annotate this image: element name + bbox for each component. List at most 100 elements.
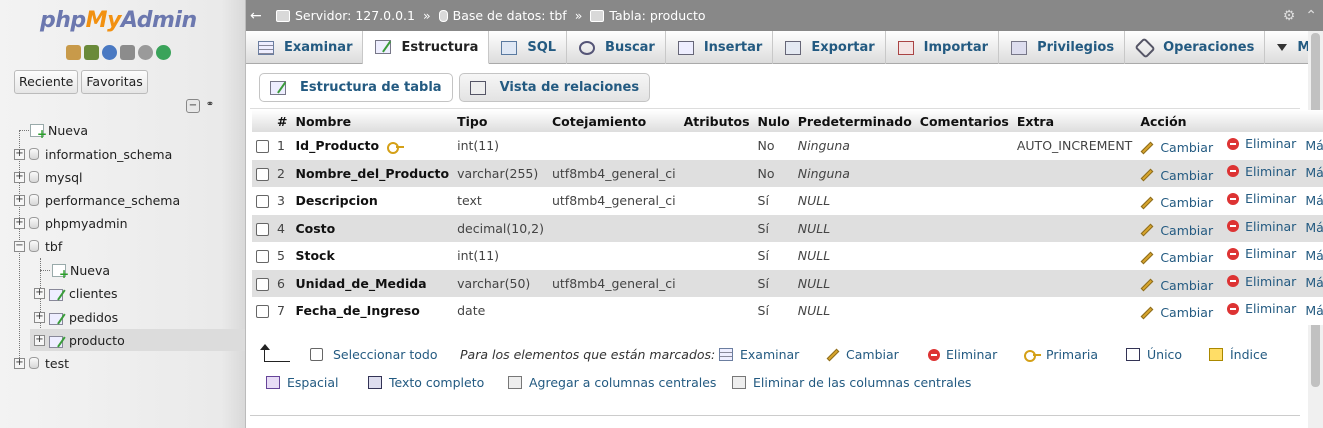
help-icon[interactable] (102, 45, 117, 60)
more-link[interactable]: Más (1305, 220, 1323, 235)
header-comments[interactable]: Comentarios (915, 110, 1013, 132)
header-extra[interactable]: Extra (1012, 110, 1137, 132)
drop-link[interactable]: Eliminar (1227, 219, 1296, 234)
docs-icon[interactable] (120, 45, 135, 60)
table-row[interactable]: 2 Nombre_del_Producto varchar(255) utf8mb4_… (252, 159, 1323, 187)
collapse-icon[interactable]: − (14, 240, 25, 252)
drop-link[interactable]: Eliminar (1227, 164, 1296, 179)
expand-icon[interactable]: + (14, 357, 25, 369)
tab-estructura[interactable]: Estructura (363, 31, 490, 64)
tab-sql[interactable]: SQL (489, 31, 568, 64)
expand-icon[interactable]: + (34, 311, 45, 323)
table-structure-button[interactable]: Estructura de tabla (259, 73, 453, 102)
breadcrumb-server[interactable]: Servidor: 127.0.0.1 (276, 8, 415, 23)
drop-link[interactable]: Eliminar (1227, 274, 1296, 289)
tree-item-performance-schema[interactable]: + performance_schema (14, 189, 180, 211)
header-default[interactable]: Predeterminado (793, 110, 916, 132)
row-checkbox[interactable] (256, 195, 269, 209)
select-all-control[interactable]: Seleccionar todo (310, 347, 437, 362)
relation-view-button[interactable]: Vista de relaciones (458, 73, 651, 102)
home-icon[interactable] (66, 45, 81, 60)
more-link[interactable]: Más (1305, 248, 1323, 263)
more-link[interactable]: Más (1305, 193, 1323, 208)
settings-gear-icon[interactable]: ⚙ (1283, 8, 1296, 24)
drop-link[interactable]: Eliminar (1227, 191, 1296, 206)
change-link[interactable]: Cambiar (1140, 305, 1213, 320)
phpmyadmin-logo[interactable]: phpMyAdmin (40, 8, 197, 33)
link-icon[interactable]: ⚭ (203, 99, 217, 113)
expand-icon[interactable]: + (34, 334, 45, 346)
change-link[interactable]: Cambiar (1140, 223, 1213, 238)
row-checkbox[interactable] (256, 140, 269, 154)
more-link[interactable]: Más (1305, 303, 1323, 318)
expand-icon[interactable]: + (14, 148, 25, 160)
tree-item-new[interactable]: Nueva (30, 119, 88, 141)
tab-examinar[interactable]: Examinar (246, 31, 364, 64)
bulk-change-button[interactable]: Cambiar (826, 347, 899, 362)
header-attributes[interactable]: Atributos (679, 110, 754, 132)
tab-privilegios[interactable]: Privilegios (999, 31, 1126, 64)
expand-icon[interactable]: + (14, 194, 25, 206)
header-name[interactable]: Nombre (291, 110, 454, 132)
tab-exportar[interactable]: Exportar (773, 31, 886, 64)
bulk-remove-central-button[interactable]: Eliminar de las columnas centrales (732, 375, 971, 390)
collapse-nav-arrow-icon[interactable]: ← (250, 8, 268, 24)
tab-importar[interactable]: Importar (886, 31, 1000, 64)
more-link[interactable]: Más (1305, 138, 1323, 153)
change-link[interactable]: Cambiar (1140, 195, 1213, 210)
table-row[interactable]: 3 Descripcion text utf8mb4_general_ci Sí NULL… (252, 187, 1323, 215)
tree-item-producto[interactable]: + producto (30, 329, 245, 351)
breadcrumb-database[interactable]: Base de datos: tbf (438, 8, 567, 23)
row-checkbox[interactable] (256, 222, 269, 236)
tree-item-phpmyadmin[interactable]: + phpmyadmin (14, 212, 128, 234)
tab-operaciones[interactable]: Operaciones (1125, 31, 1266, 64)
tree-item-information-schema[interactable]: + information_schema (14, 143, 172, 165)
more-link[interactable]: Más (1305, 165, 1323, 180)
favorites-tab[interactable]: Favoritas (81, 70, 148, 94)
reload-icon[interactable] (156, 45, 171, 60)
drop-link[interactable]: Eliminar (1227, 246, 1296, 261)
bulk-add-central-button[interactable]: Agregar a columnas centrales (508, 375, 716, 390)
bulk-spatial-button[interactable]: Espacial (266, 375, 338, 390)
tree-item-new-table[interactable]: Nueva (52, 259, 110, 281)
breadcrumb-table[interactable]: Tabla: producto (590, 8, 706, 23)
tree-item-tbf[interactable]: − tbf (14, 235, 62, 257)
row-checkbox[interactable] (256, 305, 269, 319)
table-row[interactable]: 7 Fecha_de_Ingreso date Sí NULL Cambiar Elimin… (252, 297, 1323, 325)
table-row[interactable]: 5Stock int(11) SíNULL Cambiar Eliminar Más (252, 242, 1323, 270)
recent-tab[interactable]: Reciente (14, 70, 79, 94)
settings-gear-icon[interactable] (138, 45, 153, 60)
tab-buscar[interactable]: Buscar (567, 31, 666, 64)
tree-item-clientes[interactable]: + clientes (34, 282, 118, 304)
change-link[interactable]: Cambiar (1140, 250, 1213, 265)
logout-icon[interactable] (84, 45, 99, 60)
tree-item-test[interactable]: + test (14, 352, 69, 374)
expand-icon[interactable]: + (14, 217, 25, 229)
row-checkbox[interactable] (256, 167, 269, 181)
bulk-fulltext-button[interactable]: Texto completo (368, 375, 484, 390)
bulk-primary-button[interactable]: Primaria (1024, 347, 1098, 362)
more-link[interactable]: Más (1305, 275, 1323, 290)
bulk-index-button[interactable]: Índice (1209, 347, 1268, 362)
table-row[interactable]: 4 Costo decimal(10,2) Sí NULL Cambiar Eliminar… (252, 214, 1323, 242)
header-null[interactable]: Nulo (753, 110, 794, 132)
select-all-checkbox[interactable] (310, 348, 323, 361)
tab-insertar[interactable]: Insertar (666, 31, 774, 64)
bulk-drop-button[interactable]: Eliminar (928, 347, 997, 362)
expand-icon[interactable]: + (14, 171, 25, 183)
collapse-all-icon[interactable]: − (186, 99, 200, 113)
table-row[interactable]: 6 Unidad_de_Medida varchar(50) utf8mb4_gene… (252, 269, 1323, 297)
table-row[interactable]: 1 Id_Producto int(11) No Ninguna AUTO_INCREME… (252, 132, 1323, 160)
row-checkbox[interactable] (256, 250, 269, 264)
change-link[interactable]: Cambiar (1140, 140, 1213, 155)
drop-link[interactable]: Eliminar (1227, 136, 1296, 151)
tree-item-mysql[interactable]: + mysql (14, 166, 83, 188)
change-link[interactable]: Cambiar (1140, 168, 1213, 183)
expand-icon[interactable]: + (34, 287, 45, 299)
bulk-browse-button[interactable]: Examinar (719, 347, 799, 362)
drop-link[interactable]: Eliminar (1227, 301, 1296, 316)
tree-item-pedidos[interactable]: + pedidos (34, 306, 118, 328)
bulk-unique-button[interactable]: Único (1126, 347, 1182, 362)
select-all-label[interactable]: Seleccionar todo (333, 347, 437, 362)
collapse-top-icon[interactable]: ⌃ (1305, 8, 1317, 24)
